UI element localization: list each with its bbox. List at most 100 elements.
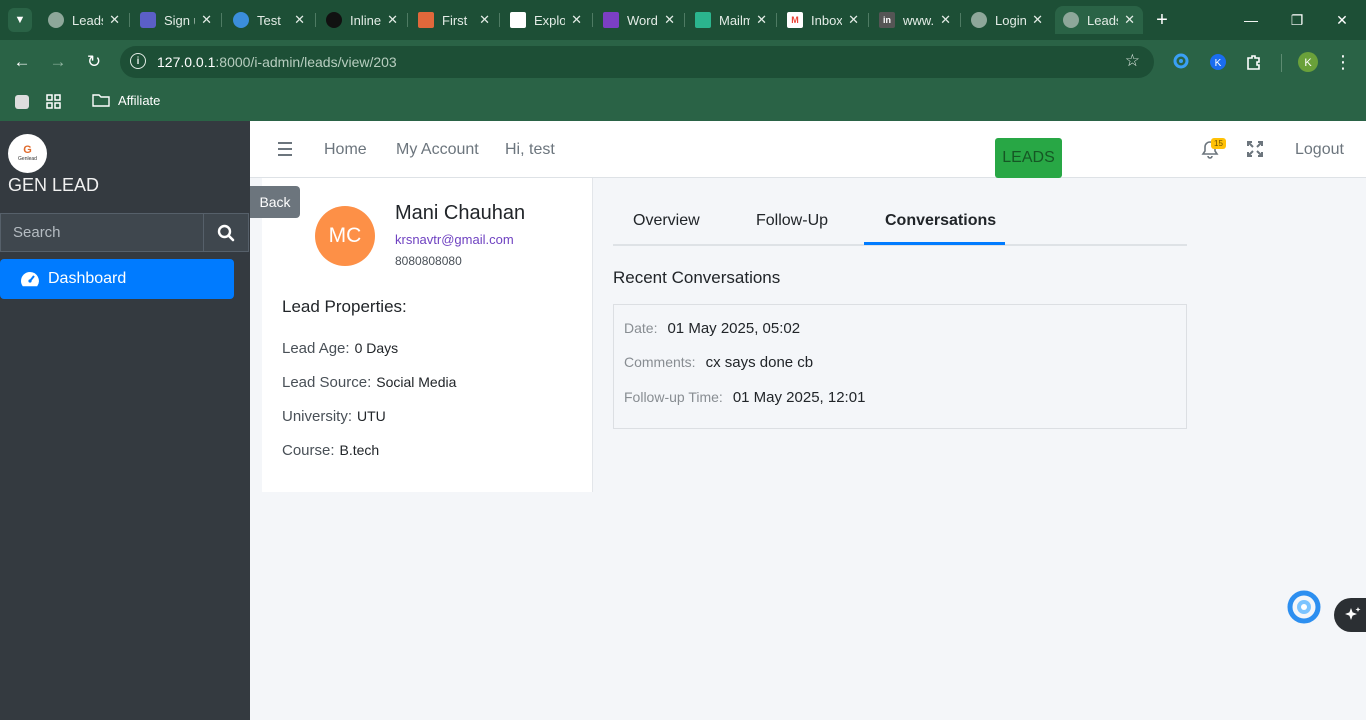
close-icon[interactable]: ✕	[387, 12, 398, 28]
minimize-button[interactable]: —	[1239, 8, 1263, 32]
new-tab-button[interactable]: +	[1150, 8, 1174, 32]
sidebar-item-dashboard[interactable]: Dashboard	[0, 259, 234, 299]
sidebar-item-label: Dashboard	[48, 270, 127, 287]
tab-conversations[interactable]: Conversations	[885, 212, 996, 230]
tab-search-button[interactable]: ▼	[8, 8, 32, 32]
hamburger-menu-icon[interactable]	[278, 142, 292, 160]
browser-tab[interactable]: in www.linkedin.com ✕	[871, 6, 959, 34]
close-window-button[interactable]: ✕	[1330, 8, 1354, 32]
restore-button[interactable]: ❐	[1285, 8, 1309, 32]
brand-name[interactable]: GEN LEAD	[8, 175, 99, 196]
floating-lens-extension-icon[interactable]	[1286, 589, 1322, 625]
search-button[interactable]	[203, 214, 248, 251]
menu-kebab-icon[interactable]: ⋮	[1331, 50, 1355, 74]
mailmodo-icon	[695, 12, 711, 28]
user-greeting[interactable]: Hi, test	[505, 141, 555, 159]
close-icon[interactable]: ✕	[479, 12, 490, 28]
browser-tab[interactable]: Leads ✕	[40, 6, 128, 34]
tab-title: Sign up	[164, 12, 195, 28]
active-tab-indicator	[864, 242, 1005, 245]
brand-logo-letter: G	[23, 144, 32, 156]
close-icon[interactable]: ✕	[294, 12, 305, 28]
logout-link[interactable]: Logout	[1295, 141, 1344, 159]
close-icon[interactable]: ✕	[848, 12, 859, 28]
extension-lens-icon[interactable]	[1170, 50, 1194, 74]
lead-email-link[interactable]: krsnavtr@gmail.com	[395, 232, 514, 247]
browser-tab[interactable]: Sign up ✕	[132, 6, 220, 34]
lead-properties-heading: Lead Properties:	[282, 297, 407, 316]
back-arrow-icon[interactable]: ←	[10, 50, 34, 74]
nav-home-link[interactable]: Home	[324, 141, 367, 159]
conversation-followup-time: 01 May 2025, 12:01	[732, 389, 866, 406]
field-label: Follow-up Time:	[624, 389, 723, 405]
shield-icon	[140, 12, 156, 28]
bookmark-star-icon[interactable]: ☆	[1125, 51, 1140, 71]
browser-tab[interactable]: Test ✕	[225, 6, 313, 34]
close-icon[interactable]: ✕	[571, 12, 582, 28]
fullscreen-expand-icon[interactable]	[1247, 141, 1265, 159]
top-navbar: Home My Account Hi, test LEADS 15 Logout	[250, 121, 1366, 178]
gmail-icon: M	[787, 12, 803, 28]
close-icon[interactable]: ✕	[201, 12, 212, 28]
conversation-comments-row: Comments: cx says done cb	[624, 354, 813, 371]
nav-my-account-link[interactable]: My Account	[396, 141, 479, 159]
forward-arrow-icon[interactable]: →	[46, 50, 70, 74]
tab-overview[interactable]: Overview	[633, 212, 700, 230]
bookmark-folder-affiliate[interactable]: Affiliate	[92, 92, 160, 108]
sidebar-search-input[interactable]	[1, 214, 204, 251]
tab-follow-up[interactable]: Follow-Up	[756, 212, 828, 230]
extension-k-icon[interactable]: K	[1206, 50, 1230, 74]
extensions-puzzle-icon[interactable]	[1242, 50, 1266, 74]
tab-divider	[129, 13, 130, 27]
property-value: 0 Days	[354, 340, 399, 356]
close-icon[interactable]: ✕	[1032, 12, 1043, 28]
tab-divider	[960, 13, 961, 27]
tab-divider	[407, 13, 408, 27]
browser-tab[interactable]: Login ✕	[963, 6, 1051, 34]
browser-tab[interactable]: First ✕	[410, 6, 498, 34]
tab-divider	[499, 13, 500, 27]
close-icon[interactable]: ✕	[1124, 12, 1135, 28]
tab-divider	[868, 13, 869, 27]
toolbar-divider	[1281, 54, 1282, 72]
tab-title: Leads	[72, 12, 103, 28]
site-info-icon[interactable]: i	[130, 53, 146, 69]
tab-title: Explore	[534, 12, 566, 28]
browser-tab-strip: ▼ Leads ✕ Sign up ✕ Test ✕ Inline ✕ Firs…	[0, 0, 1366, 40]
property-label: Lead Source:	[282, 374, 372, 391]
apps-grid-icon[interactable]	[44, 92, 64, 112]
browser-tab-active[interactable]: Leads ✕	[1055, 6, 1143, 34]
close-icon[interactable]: ✕	[756, 12, 767, 28]
globe-icon	[48, 12, 64, 28]
tab-groups-icon[interactable]	[12, 92, 32, 112]
browser-tab[interactable]: Inline ✕	[318, 6, 406, 34]
profile-avatar[interactable]: K	[1296, 50, 1320, 74]
browser-tab[interactable]: Explore ✕	[502, 6, 590, 34]
field-label: Date:	[624, 320, 658, 336]
close-icon[interactable]: ✕	[940, 12, 951, 28]
globe-icon	[1063, 12, 1079, 28]
back-button[interactable]: Back	[250, 186, 300, 218]
conversation-entry: Date: 01 May 2025, 05:02 Comments: cx says…	[613, 304, 1187, 429]
lead-detail-tabs: Overview Follow-Up Conversations	[613, 198, 1187, 246]
openai-icon	[326, 12, 342, 28]
property-label: Lead Age:	[282, 340, 350, 357]
leads-button[interactable]: LEADS	[995, 138, 1062, 178]
url-text[interactable]: 127.0.0.1:8000/i-admin/leads/view/203	[157, 54, 397, 70]
tab-title: WordPress	[627, 12, 658, 28]
field-label: Comments:	[624, 354, 696, 370]
ai-sparkle-button[interactable]	[1334, 598, 1366, 632]
brand-logo[interactable]: G Genlead	[8, 134, 47, 173]
browser-tab[interactable]: M Inbox ✕	[779, 6, 867, 34]
folder-icon	[92, 94, 110, 107]
triangle-icon	[418, 12, 434, 28]
close-icon[interactable]: ✕	[109, 12, 120, 28]
reload-icon[interactable]: ↻	[82, 50, 106, 74]
close-icon[interactable]: ✕	[664, 12, 675, 28]
address-bar[interactable]: i 127.0.0.1:8000/i-admin/leads/view/203 …	[120, 46, 1154, 78]
browser-tab[interactable]: Mailmodo ✕	[687, 6, 775, 34]
tab-divider	[684, 13, 685, 27]
browser-tab[interactable]: WordPress ✕	[595, 6, 683, 34]
sparkle-icon	[1345, 607, 1361, 620]
cloud-icon	[233, 12, 249, 28]
